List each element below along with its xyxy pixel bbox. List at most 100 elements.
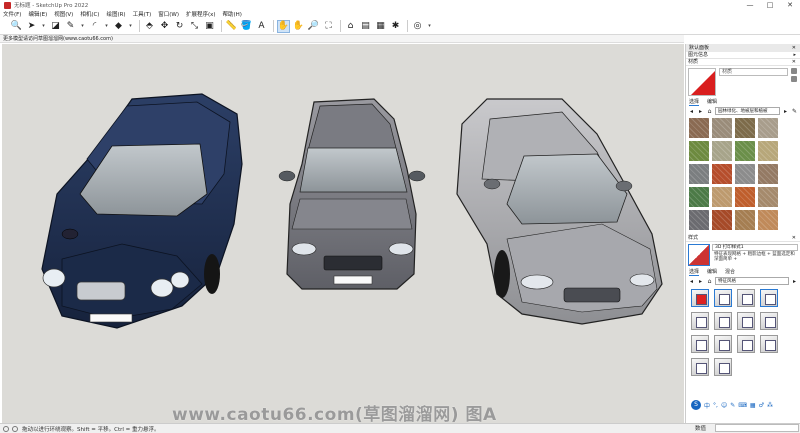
material-swatch[interactable] (758, 187, 778, 207)
material-swatch[interactable] (735, 118, 755, 138)
paint-bucket-icon[interactable]: 🪣 (240, 20, 253, 33)
tab-edit[interactable]: 编辑 (707, 98, 717, 106)
tray-close-icon[interactable]: ✕ (792, 44, 796, 52)
ime-item[interactable]: S (691, 400, 701, 410)
collapse-icon[interactable]: ✕ (792, 235, 796, 241)
material-swatch[interactable] (712, 187, 732, 207)
style-swatch[interactable] (737, 289, 755, 307)
extension-warehouse-icon[interactable]: ▤ (359, 20, 372, 33)
dropdown-chevron-icon[interactable]: ▾ (426, 20, 433, 33)
material-swatch[interactable] (689, 210, 709, 230)
ime-item[interactable]: ▦ (750, 402, 756, 409)
sample-paint-icon[interactable]: ✎ (791, 108, 798, 115)
menu-item[interactable]: 编辑(E) (28, 10, 47, 18)
style-swatch[interactable] (691, 289, 709, 307)
push-pull-icon[interactable]: ⬘ (143, 20, 156, 33)
style-swatch[interactable] (714, 335, 732, 353)
ime-item[interactable]: 中 (704, 401, 710, 410)
style-swatch[interactable] (714, 358, 732, 376)
warehouse-icon[interactable]: ⌂ (344, 20, 357, 33)
forward-icon[interactable]: ▸ (697, 278, 704, 285)
dropdown-chevron-icon[interactable]: ▾ (103, 20, 110, 33)
ime-item[interactable]: ✎ (730, 402, 735, 409)
material-swatch[interactable] (712, 141, 732, 161)
measurements-input[interactable] (715, 424, 799, 432)
extension-manager-icon[interactable]: ✱ (389, 20, 402, 33)
back-icon[interactable]: ◂ (688, 278, 695, 285)
layout-icon[interactable]: ▦ (374, 20, 387, 33)
ime-item[interactable]: ⁂ (767, 402, 773, 409)
status-help-icon[interactable] (12, 425, 18, 432)
material-swatch[interactable] (758, 118, 778, 138)
tab-style-edit[interactable]: 编辑 (707, 268, 717, 276)
material-swatch[interactable] (689, 141, 709, 161)
tab-style-select[interactable]: 选择 (689, 268, 700, 276)
material-swatch[interactable] (712, 118, 732, 138)
scale-icon[interactable]: ⤡ (188, 20, 201, 33)
home-icon[interactable]: ⌂ (706, 278, 713, 285)
material-swatch[interactable] (689, 187, 709, 207)
material-swatch[interactable] (712, 210, 732, 230)
collapse-icon[interactable]: ✕ (792, 59, 796, 65)
dropdown-chevron-icon[interactable]: ▾ (79, 20, 86, 33)
dropdown-chevron-icon[interactable]: ▾ (127, 20, 134, 33)
menu-item[interactable]: 帮助(H) (223, 10, 242, 18)
offset-icon[interactable]: ▣ (203, 20, 216, 33)
rotate-icon[interactable]: ↻ (173, 20, 186, 33)
style-name-input[interactable]: 3D 打印样式1 (712, 244, 798, 251)
material-swatch[interactable] (735, 141, 755, 161)
pan-icon[interactable]: ✋ (292, 20, 305, 33)
tape-measure-icon[interactable]: 📏 (225, 20, 238, 33)
forward-icon[interactable]: ▸ (697, 108, 704, 115)
close-button[interactable]: ✕ (780, 0, 800, 10)
create-material-icon[interactable] (791, 76, 797, 82)
text-icon[interactable]: A (255, 20, 268, 33)
style-swatch[interactable] (691, 335, 709, 353)
dropdown-chevron-icon[interactable]: ▾ (40, 20, 47, 33)
maximize-button[interactable]: □ (760, 0, 780, 10)
orbit-icon[interactable]: ✋ (277, 19, 290, 33)
styles-library-select[interactable]: 特征风格 (715, 277, 789, 285)
arc-icon[interactable]: ◜ (88, 20, 101, 33)
ime-item[interactable]: ♂ (759, 402, 764, 409)
style-swatch[interactable] (691, 312, 709, 330)
shape-icon[interactable]: ◆ (112, 20, 125, 33)
tab-select[interactable]: 选择 (689, 98, 700, 106)
status-info-icon[interactable] (3, 425, 9, 432)
move-icon[interactable]: ✥ (158, 20, 171, 33)
model-viewport[interactable]: www.caotu66.com(草图溜溜网) 图A (2, 44, 684, 423)
style-swatch[interactable] (760, 335, 778, 353)
ime-item[interactable]: ⌨ (738, 402, 747, 409)
home-icon[interactable]: ⌂ (706, 108, 713, 115)
ime-item[interactable]: °, (713, 402, 718, 409)
material-swatch[interactable] (758, 164, 778, 184)
reset-material-icon[interactable] (791, 68, 797, 74)
menu-item[interactable]: 相机(C) (80, 10, 99, 18)
tab-style-mix[interactable]: 混合 (725, 268, 735, 276)
menu-item[interactable]: 视图(V) (54, 10, 73, 18)
material-swatch[interactable] (689, 118, 709, 138)
select-arrow-icon[interactable]: ➤ (25, 20, 38, 33)
account-icon[interactable]: ◎ (411, 20, 424, 33)
ime-item[interactable]: ☺ (721, 402, 727, 409)
section-entity-info[interactable]: 图元信息 ▸ (686, 52, 800, 59)
material-swatch[interactable] (758, 210, 778, 230)
line-pencil-icon[interactable]: ✎ (64, 20, 77, 33)
eraser-icon[interactable]: ◪ (49, 20, 62, 33)
material-swatch[interactable] (712, 164, 732, 184)
materials-library-select[interactable]: 园林绿化、地被层和植被 (715, 107, 780, 115)
style-swatch[interactable] (714, 289, 732, 307)
menu-item[interactable]: 文件(F) (3, 10, 21, 18)
section-materials[interactable]: 材质 ✕ (686, 59, 800, 66)
search-icon[interactable]: 🔍 (10, 20, 23, 33)
zoom-extents-icon[interactable]: ⛶ (322, 20, 335, 33)
style-swatch[interactable] (737, 335, 755, 353)
collapse-icon[interactable]: ▸ (793, 52, 796, 58)
menu-item[interactable]: 窗口(W) (158, 10, 179, 18)
section-styles[interactable]: 样式 ✕ (686, 235, 800, 242)
menu-item[interactable]: 扩展程序(x) (186, 10, 216, 18)
material-swatch[interactable] (735, 210, 755, 230)
minimize-button[interactable]: — (740, 0, 760, 10)
material-name-input[interactable]: 材质 (719, 68, 788, 76)
menu-item[interactable]: 工具(T) (133, 10, 152, 18)
